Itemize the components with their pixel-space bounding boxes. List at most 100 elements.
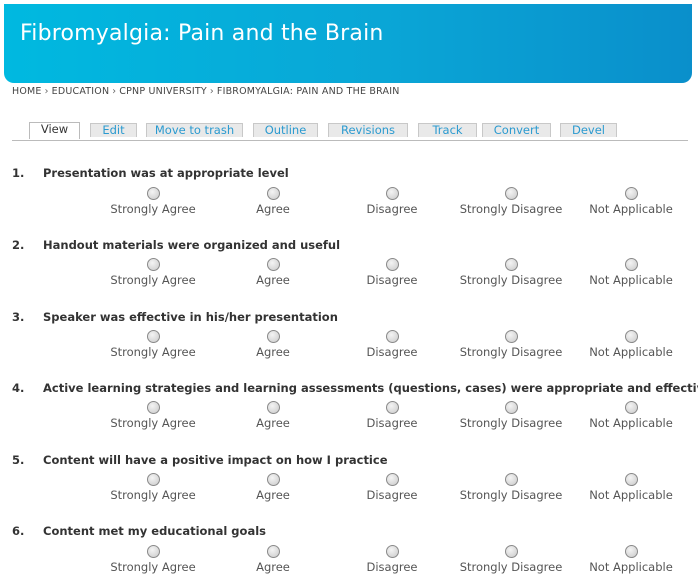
radio-button[interactable] — [504, 330, 518, 343]
radio-button[interactable] — [146, 473, 160, 486]
radio-button[interactable] — [385, 473, 399, 486]
option-agree: Agree — [213, 473, 333, 502]
question-text: Speaker was effective in his/her present… — [43, 310, 338, 324]
radio-button[interactable] — [504, 473, 518, 486]
option-label: Agree — [256, 488, 290, 502]
option-label: Strongly Disagree — [459, 345, 563, 359]
radio-button[interactable] — [385, 401, 399, 414]
option-label: Not Applicable — [589, 488, 673, 502]
option-strongly-disagree: Strongly Disagree — [451, 401, 571, 430]
option-label: Agree — [256, 273, 290, 287]
option-label: Disagree — [366, 345, 418, 359]
tab-track[interactable]: Track — [418, 123, 477, 137]
option-label: Strongly Disagree — [459, 202, 563, 216]
radio-button[interactable] — [146, 187, 160, 200]
radio-button[interactable] — [504, 401, 518, 414]
site-banner: Fibromyalgia: Pain and the Brain — [4, 4, 692, 83]
radio-button[interactable] — [266, 330, 280, 343]
tab-edit[interactable]: Edit — [90, 123, 137, 137]
option-strongly-agree: Strongly Agree — [93, 330, 213, 359]
option-label: Not Applicable — [589, 273, 673, 287]
option-label: Strongly Agree — [110, 273, 196, 287]
breadcrumb-education[interactable]: EDUCATION — [52, 86, 110, 97]
option-label: Agree — [256, 202, 290, 216]
breadcrumb-separator: › — [112, 86, 117, 97]
option-agree: Agree — [213, 545, 333, 574]
option-disagree: Disagree — [332, 330, 452, 359]
option-not-applicable: Not Applicable — [571, 187, 691, 216]
option-not-applicable: Not Applicable — [571, 258, 691, 287]
option-label: Disagree — [366, 273, 418, 287]
radio-button[interactable] — [624, 187, 638, 200]
option-strongly-disagree: Strongly Disagree — [451, 545, 571, 574]
option-label: Strongly Disagree — [459, 273, 563, 287]
question-number: 2. — [12, 238, 25, 252]
question-text: Presentation was at appropriate level — [43, 166, 289, 180]
option-disagree: Disagree — [332, 258, 452, 287]
option-disagree: Disagree — [332, 187, 452, 216]
option-strongly-agree: Strongly Agree — [93, 187, 213, 216]
option-label: Strongly Agree — [110, 345, 196, 359]
radio-button[interactable] — [146, 545, 160, 558]
radio-button[interactable] — [146, 258, 160, 271]
option-label: Not Applicable — [589, 560, 673, 574]
radio-button[interactable] — [146, 401, 160, 414]
radio-button[interactable] — [624, 473, 638, 486]
option-label: Disagree — [366, 416, 418, 430]
tab-move-to-trash[interactable]: Move to trash — [146, 123, 243, 137]
option-strongly-disagree: Strongly Disagree — [451, 473, 571, 502]
option-disagree: Disagree — [332, 473, 452, 502]
tab-view[interactable]: View — [29, 122, 80, 139]
radio-button[interactable] — [624, 330, 638, 343]
question-text: Content met my educational goals — [43, 524, 266, 538]
breadcrumb-separator: › — [44, 86, 49, 97]
node-tabs: View Edit Move to trash Outline Revision… — [12, 122, 688, 141]
option-label: Not Applicable — [589, 202, 673, 216]
question-text: Handout materials were organized and use… — [43, 238, 341, 252]
radio-button[interactable] — [146, 330, 160, 343]
radio-button[interactable] — [385, 330, 399, 343]
radio-button[interactable] — [266, 473, 280, 486]
radio-button[interactable] — [504, 258, 518, 271]
radio-button[interactable] — [624, 258, 638, 271]
tab-convert[interactable]: Convert — [482, 123, 551, 137]
option-label: Strongly Agree — [110, 560, 196, 574]
option-label: Strongly Agree — [110, 416, 196, 430]
radio-button[interactable] — [624, 545, 638, 558]
option-label: Strongly Disagree — [459, 416, 563, 430]
option-label: Disagree — [366, 560, 418, 574]
radio-button[interactable] — [385, 545, 399, 558]
option-strongly-disagree: Strongly Disagree — [451, 258, 571, 287]
option-disagree: Disagree — [332, 545, 452, 574]
option-not-applicable: Not Applicable — [571, 401, 691, 430]
radio-button[interactable] — [624, 401, 638, 414]
radio-button[interactable] — [385, 258, 399, 271]
breadcrumb-cpnp-university[interactable]: CPNP UNIVERSITY — [119, 86, 207, 97]
radio-button[interactable] — [266, 187, 280, 200]
breadcrumb-home[interactable]: HOME — [12, 86, 42, 97]
question-number: 5. — [12, 453, 25, 467]
option-agree: Agree — [213, 187, 333, 216]
breadcrumb-separator: › — [209, 86, 214, 97]
option-label: Agree — [256, 416, 290, 430]
breadcrumb-current: FIBROMYALGIA: PAIN AND THE BRAIN — [216, 86, 400, 97]
tab-outline[interactable]: Outline — [253, 123, 318, 137]
tab-devel[interactable]: Devel — [560, 123, 617, 137]
radio-button[interactable] — [266, 545, 280, 558]
radio-button[interactable] — [504, 545, 518, 558]
option-strongly-disagree: Strongly Disagree — [451, 187, 571, 216]
option-not-applicable: Not Applicable — [571, 473, 691, 502]
option-label: Strongly Agree — [110, 488, 196, 502]
option-strongly-agree: Strongly Agree — [93, 401, 213, 430]
radio-button[interactable] — [504, 187, 518, 200]
option-not-applicable: Not Applicable — [571, 330, 691, 359]
tab-revisions[interactable]: Revisions — [328, 123, 408, 137]
radio-button[interactable] — [266, 258, 280, 271]
option-label: Agree — [256, 345, 290, 359]
option-strongly-disagree: Strongly Disagree — [451, 330, 571, 359]
option-agree: Agree — [213, 401, 333, 430]
radio-button[interactable] — [385, 187, 399, 200]
radio-button[interactable] — [266, 401, 280, 414]
option-label: Not Applicable — [589, 416, 673, 430]
option-strongly-agree: Strongly Agree — [93, 473, 213, 502]
